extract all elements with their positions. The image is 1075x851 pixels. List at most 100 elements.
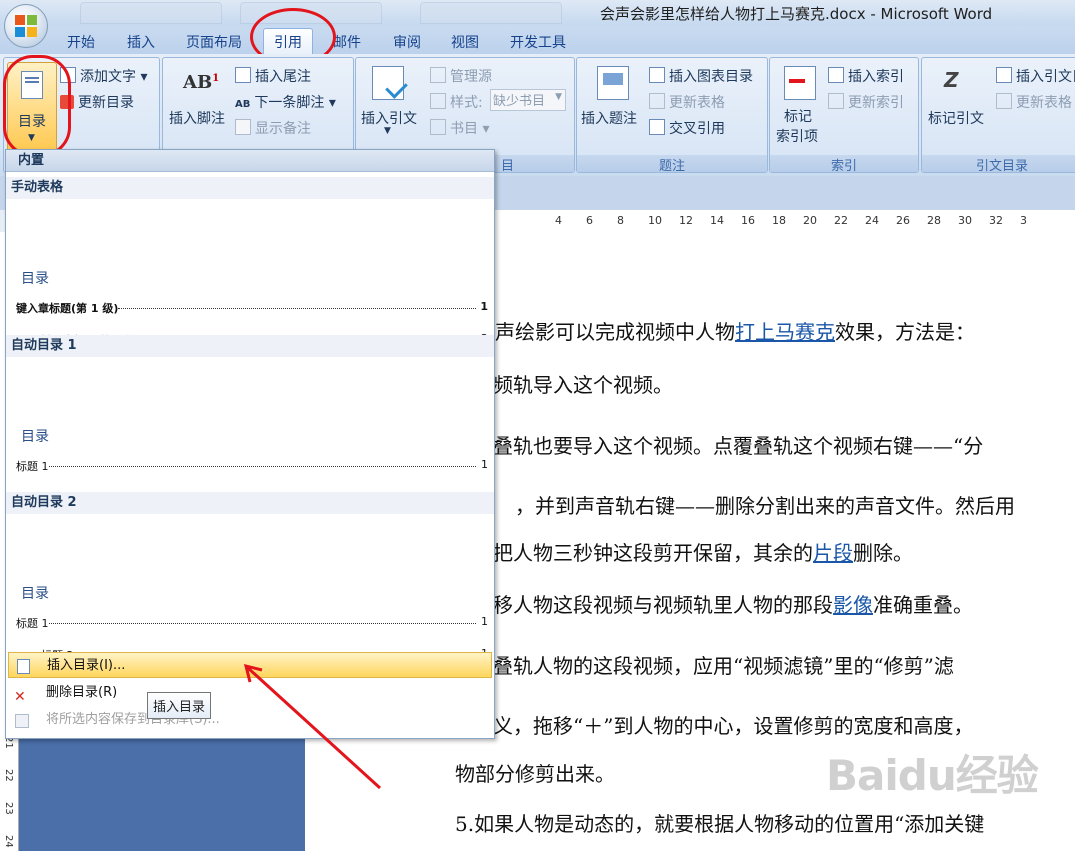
next-footnote-icon: AB [235,99,251,110]
tooltip: 插入目录 [147,692,212,719]
update-toc-button[interactable]: 更新目录 [60,92,134,112]
office-button[interactable] [4,4,48,48]
document-paragraph-line: 覆叠轨人物的这段视频，应用“视频滤镜”里的“修剪”滤 [473,650,954,679]
ruler-tick-label: 26 [896,214,910,227]
toc-style-preview[interactable]: 目录标题 11标题 21 [10,360,488,505]
document-text: 删除。 [853,541,913,565]
document-paragraph-line: 定义，拖移“＋”到人物的中心，设置修剪的宽度和高度， [473,710,973,739]
insert-index-button[interactable]: 插入索引 [828,66,904,86]
document-text: 准确重叠。 [873,593,973,617]
add-text-button[interactable]: 添加文字 ▾ [60,66,147,86]
document-text: 覆叠轨人物的这段视频，应用“视频滤镜”里的“修剪”滤 [473,654,954,678]
toc-entry-text: 标题 1 [16,617,49,630]
toc-leader-dots [118,308,477,309]
document-text: 物部分修剪出来。 [455,762,615,786]
add-text-icon [60,67,76,83]
vertical-ruler-tick-label: 23 [3,802,14,815]
ruler-tick-label: 12 [679,214,693,227]
insert-toc-menu-item[interactable]: 插入目录(I)... [8,652,492,678]
style-dropdown[interactable]: 缺少书目 ▼ [490,89,566,111]
tab-insert[interactable]: 插入 [127,32,155,52]
chevron-down-icon: ▼ [384,126,391,136]
tab-home[interactable]: 开始 [67,32,95,52]
style-icon [430,93,446,109]
ruler-tick-label: 8 [617,214,624,227]
toc-style-preview[interactable]: 目录键入章标题(第 1 级)1键入章标题(第 2 级)2 [10,202,488,347]
insert-toa-button[interactable]: 插入引文目 [996,66,1075,86]
insert-table-of-figures-button[interactable]: 插入图表目录 [649,66,753,86]
insert-index-icon [828,67,844,83]
ruler-tick-label: 14 [710,214,724,227]
ruler-tick-label: 32 [989,214,1003,227]
toc-document-icon [21,71,43,99]
insert-toc-label: 插入目录(I)... [47,658,126,673]
toc-style-header: 自动目录 1 [6,335,494,357]
ruler-tick-label: 16 [741,214,755,227]
save-to-gallery-icon [15,714,29,728]
toc-style-header: 自动目录 2 [6,492,494,514]
ribbon-tab-row: 开始 插入 页面布局 引用 邮件 审阅 视图 开发工具 [0,26,1075,55]
captions-group: 插入题注 插入图表目录 更新表格 交叉引用 题注 [576,57,768,174]
remove-toc-menu-item[interactable]: ✕ 删除目录(R) [8,680,492,706]
index-group-label: 索引 [770,155,918,174]
document-paragraph-line: 拖移人物这段视频与视频轨里人物的那段影像准确重叠。 [473,589,973,618]
tab-references[interactable]: 引用 [263,28,313,55]
document-paragraph-line: 覆叠轨也要导入这个视频。点覆叠轨这个视频右键——“分 [473,430,983,459]
background-tab [420,2,562,24]
save-selection-menu-item[interactable]: 将所选内容保存到目录库(S)... [8,707,492,733]
toc-preview-entry: 标题 1 1 [16,458,488,474]
document-link[interactable]: 打上马赛克 [735,320,835,344]
document-paragraph-line: 声绘影可以完成视频中人物打上马赛克效果，方法是： [495,316,975,345]
ruler-tick-label: 22 [834,214,848,227]
cross-reference-button[interactable]: 交叉引用 [649,118,725,138]
update-toa-icon [996,93,1012,109]
tab-developer[interactable]: 开发工具 [510,32,566,52]
vertical-ruler-tick-label: 24 [3,835,14,848]
tab-mailings[interactable]: 邮件 [333,32,361,52]
document-text: 拖移人物这段视频与视频轨里人物的那段 [473,593,833,617]
toc-button[interactable]: 目录 ▼ [7,62,57,154]
mark-citation-button[interactable]: 标记引文 [928,108,984,128]
toa-group-label: 引文目录 [922,155,1075,174]
index-group: 标记 索引项 插入索引 更新索引 索引 [769,57,919,174]
bibliography-button[interactable]: 书目 ▾ [430,118,489,138]
document-link[interactable]: 影像 [833,593,873,617]
insert-caption-button[interactable]: 插入题注 [581,108,637,128]
insert-footnote-button[interactable]: 插入脚注 [169,108,225,128]
show-notes-button[interactable]: 显示备注 [235,118,311,138]
ruler-tick-label: 24 [865,214,879,227]
ruler-tick-label: 20 [803,214,817,227]
toc-preview-entry: 键入章标题(第 1 级) 1 [16,300,488,316]
tab-review[interactable]: 审阅 [393,32,421,52]
document-text: 视频轨导入这个视频。 [473,373,673,397]
ruler-tick-label: 28 [927,214,941,227]
vertical-ruler[interactable]: 21 22 23 24 [0,730,19,851]
horizontal-ruler[interactable]: 4 6 8 10 12 14 16 18 20 22 24 26 28 30 32 3 [493,210,1075,233]
toc-entry-page: 1 [480,300,488,313]
mark-entry-label: 标记 [784,109,812,125]
left-page-area [0,730,305,851]
remove-toc-label: 删除目录(R) [46,685,118,700]
toc-leader-dots [48,623,476,624]
toc-entry-page: 1 [481,458,488,471]
table-of-authorities-group: Z 标记引文 插入引文目 更新表格 引文目录 [921,57,1075,174]
background-tab [240,2,382,24]
insert-endnote-button[interactable]: 插入尾注 [235,66,311,86]
document-link[interactable]: 片段 [813,541,853,565]
update-toa-button[interactable]: 更新表格 [996,92,1072,112]
update-index-button[interactable]: 更新索引 [828,92,904,112]
tab-view[interactable]: 视图 [451,32,479,52]
next-footnote-button[interactable]: AB 下一条脚注 ▾ [235,92,336,112]
ruler-tick-label: 4 [555,214,562,227]
style-label: 样式: [430,92,483,112]
mark-entry-button[interactable]: 索引项 [776,126,818,146]
tab-page-layout[interactable]: 页面布局 [186,32,242,52]
update-toc-icon [60,95,74,109]
toc-preview-entry: 标题 1 1 [16,615,488,631]
update-table-button[interactable]: 更新表格 [649,92,725,112]
table-of-figures-icon [649,67,665,83]
insert-citation-button[interactable]: 插入引文 [361,108,417,128]
endnote-icon [235,67,251,83]
manage-sources-button[interactable]: 管理源 [430,66,492,86]
toc-style-preview[interactable]: 目录标题 11标题 21 [10,517,488,662]
